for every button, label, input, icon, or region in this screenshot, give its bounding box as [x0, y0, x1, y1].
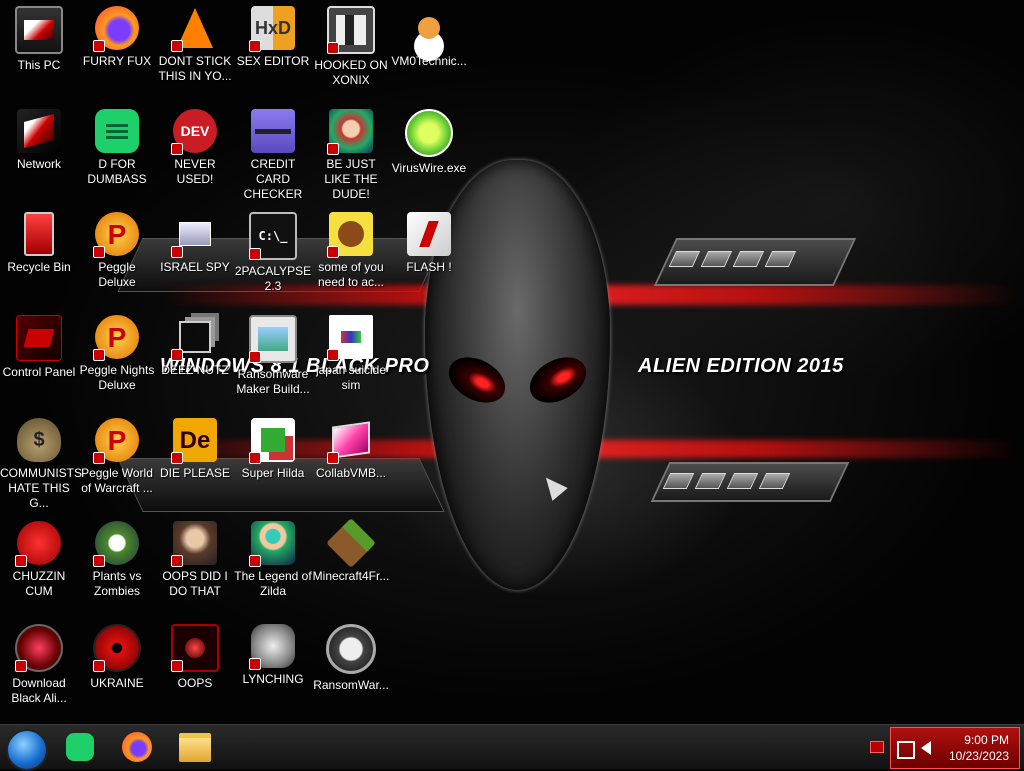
- network-tray-icon[interactable]: [897, 741, 915, 759]
- folder-icon: [179, 732, 211, 762]
- document-icon: [327, 315, 373, 361]
- emblem-icon: [249, 624, 295, 670]
- peggle-icon: P: [93, 315, 139, 361]
- monitor-icon: [15, 6, 63, 54]
- clock-date: 10/23/2023: [948, 749, 1009, 763]
- desktop-icon-plants-vs-zombies[interactable]: Plants vs Zombies: [78, 515, 156, 599]
- desktop-icon-peggle-nights[interactable]: P Peggle Nights Deluxe: [78, 309, 156, 393]
- desktop-icon-collabvm[interactable]: CollabVMB...: [312, 412, 390, 481]
- desktop-icon-download-black-alien[interactable]: Download Black Ali...: [0, 618, 78, 706]
- desktop-icon-sex-editor[interactable]: HxD SEX EDITOR: [234, 0, 312, 69]
- pink-window-icon: [327, 418, 373, 464]
- flower-icon: [93, 521, 139, 567]
- taskbar-chat-button[interactable]: [62, 729, 98, 765]
- desktop-icon-chuzzin[interactable]: CHUZZIN CUM: [0, 515, 78, 599]
- desktop: WINDOWS 8.1 BLACK PRO ALIEN EDITION 2015…: [0, 0, 1024, 724]
- desktop-icon-communists[interactable]: $ COMMUNISTS HATE THIS G...: [0, 412, 82, 511]
- hex-editor-icon: HxD: [249, 6, 295, 52]
- red-monitor-icon: [171, 624, 219, 672]
- desktop-icon-this-pc[interactable]: This PC: [0, 0, 78, 73]
- start-button[interactable]: [6, 729, 48, 771]
- control-panel-icon: [16, 315, 62, 361]
- desktop-icon-oops-did-i[interactable]: OOPS DID I DO THAT: [156, 515, 234, 599]
- vlc-cone-icon: [171, 6, 217, 52]
- radiation-icon: [93, 624, 141, 672]
- volume-tray-icon[interactable]: [921, 741, 931, 755]
- wallpaper-title-right: ALIEN EDITION 2015: [638, 355, 844, 377]
- technician-icon: [407, 6, 451, 50]
- desktop-icon-super-hilda[interactable]: Super Hilda: [234, 412, 312, 481]
- clock[interactable]: 9:00 PM 10/23/2023: [949, 732, 1009, 764]
- desktop-icon-legend-of-zilda[interactable]: The Legend of Zilda: [234, 515, 312, 599]
- desktop-icon-furry-fux[interactable]: FURRY FUX: [78, 0, 156, 69]
- desktop-icon-minecraft[interactable]: Minecraft4Fr...: [312, 515, 390, 584]
- wallpaper-plate-top: [653, 238, 857, 286]
- alien-eye-right: [522, 348, 594, 412]
- desktop-icon-2pacalypse[interactable]: C:\_ 2PACALYPSE 2.3: [234, 206, 312, 294]
- elf-icon: [327, 109, 373, 155]
- wallpaper-plate-bottom: [650, 462, 850, 502]
- stack-icon: [171, 315, 217, 361]
- clock-time: 9:00 PM: [964, 733, 1009, 747]
- hero-icon: [249, 521, 295, 567]
- alien-eye-left: [441, 348, 513, 412]
- desktop-icon-be-just-like-the-dude[interactable]: BE JUST LIKE THE DUDE!: [312, 103, 390, 202]
- desktop-icon-vm0technician[interactable]: VM0Technic...: [390, 0, 468, 69]
- peggle-icon: P: [93, 418, 139, 464]
- firefox-icon: [122, 732, 152, 762]
- grass-block-icon: [326, 518, 376, 568]
- desktop-icon-never-used[interactable]: DEV NEVER USED!: [156, 103, 234, 187]
- desktop-icon-deez-nutz[interactable]: DEEZ NUTZ: [156, 309, 234, 378]
- chat-icon: [66, 733, 94, 761]
- director-icon: De: [171, 418, 217, 464]
- desktop-icon-dont-stick[interactable]: DONT STICK THIS IN YO...: [156, 0, 234, 84]
- credit-card-icon: [251, 109, 295, 153]
- chuzzle-icon: [15, 521, 61, 567]
- desktop-icon-ukraine[interactable]: UKRAINE: [78, 618, 156, 691]
- taskbar: 9:00 PM 10/23/2023: [0, 724, 1024, 771]
- desktop-icon-peggle-wow[interactable]: P Peggle World of Warcraft ...: [78, 412, 156, 496]
- money-bag-icon: $: [17, 418, 61, 462]
- desktop-icon-hooked-on-xonix[interactable]: HOOKED ON XONIX: [312, 0, 390, 88]
- taskbar-firefox-button[interactable]: [119, 729, 155, 765]
- flash-icon: [407, 212, 451, 256]
- dev-cpp-icon: DEV: [171, 109, 217, 155]
- network-icon: [17, 109, 61, 153]
- taskbar-explorer-button[interactable]: [177, 729, 213, 765]
- desktop-icon-network[interactable]: Network: [0, 103, 78, 172]
- recycle-bin-icon: [17, 212, 61, 256]
- desktop-icon-oops[interactable]: OOPS: [156, 618, 234, 691]
- chat-icon: [95, 109, 139, 153]
- alien-disc-icon: [15, 624, 63, 672]
- firefox-icon: [93, 6, 139, 52]
- desktop-icon-viruswire[interactable]: VirusWire.exe: [390, 103, 468, 176]
- desktop-icon-flash[interactable]: FLASH !: [390, 206, 468, 275]
- desktop-icon-control-panel[interactable]: Control Panel: [0, 309, 78, 380]
- desktop-icon-peggle-deluxe[interactable]: P Peggle Deluxe: [78, 206, 156, 290]
- limewire-icon: [405, 109, 453, 157]
- beaver-icon: [327, 212, 373, 258]
- desktop-icon-ransomware-maker[interactable]: Ransomware Maker Build...: [234, 309, 312, 397]
- desktop-icon-ransomwar[interactable]: RansomWar...: [312, 618, 390, 693]
- spy-icon: [171, 212, 217, 258]
- peggle-icon: P: [93, 212, 139, 258]
- desktop-icon-d-for-dumbass[interactable]: D FOR DUMBASS: [78, 103, 156, 187]
- skull-icon: [326, 624, 376, 674]
- notification-flag-icon[interactable]: [870, 741, 884, 753]
- desktop-icon-credit-card-checker[interactable]: CREDIT CARD CHECKER: [234, 103, 312, 202]
- desktop-icon-japan-suicide-sim[interactable]: japan suicide sim: [312, 309, 390, 393]
- xonix-icon: [327, 6, 375, 54]
- system-tray: 9:00 PM 10/23/2023: [890, 727, 1020, 769]
- desktop-icon-israel-spy[interactable]: ISRAEL SPY: [156, 206, 234, 275]
- desktop-icon-some-of-you[interactable]: some of you need to ac...: [312, 206, 390, 290]
- terminal-icon: C:\_: [249, 212, 297, 260]
- desktop-icon-lynching[interactable]: LYNCHING: [234, 618, 312, 687]
- window-icon: [249, 315, 297, 363]
- portrait-icon: [171, 521, 217, 567]
- pixel-game-icon: [249, 418, 295, 464]
- desktop-icon-recycle-bin[interactable]: Recycle Bin: [0, 206, 78, 275]
- desktop-icon-die-please[interactable]: De DIE PLEASE: [156, 412, 234, 481]
